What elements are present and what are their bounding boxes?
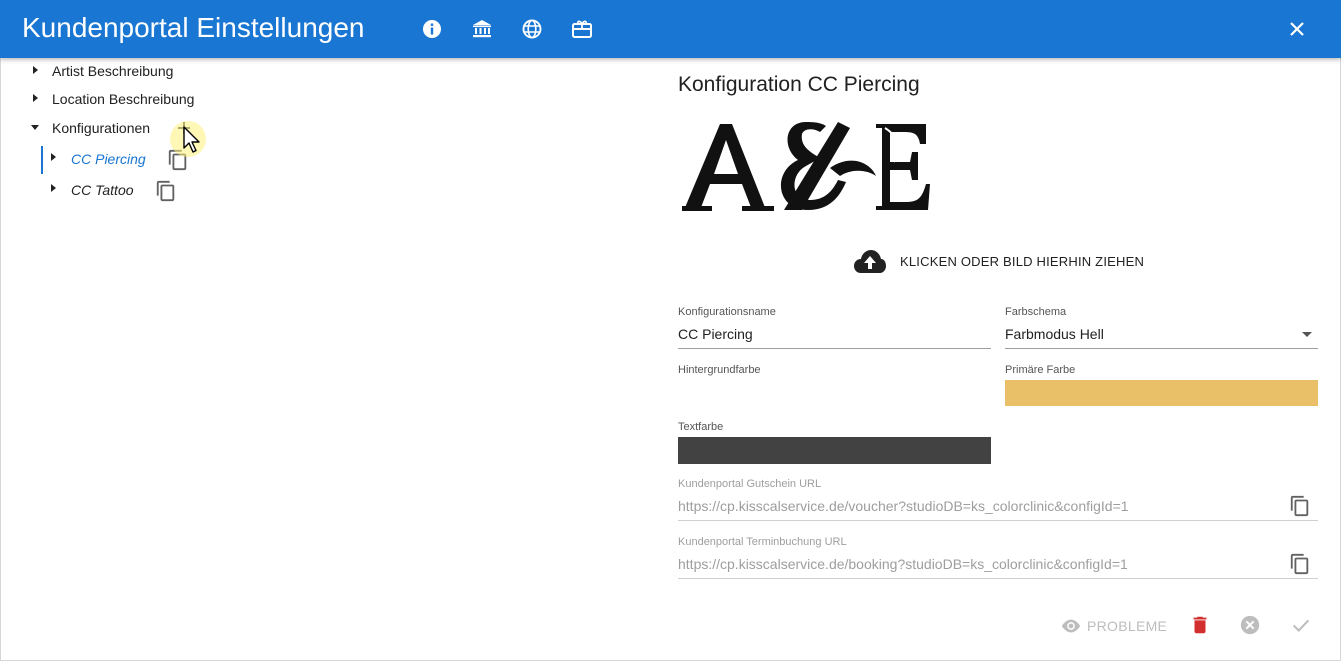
check-icon	[1292, 619, 1310, 632]
expand-caret-icon[interactable]	[51, 184, 56, 192]
text-color-label: Textfarbe	[678, 421, 724, 433]
tree-item-cc-piercing[interactable]: CC Piercing	[71, 151, 146, 167]
color-scheme-underline	[1005, 348, 1318, 349]
gift-card-icon[interactable]	[570, 17, 594, 41]
text-color-swatch[interactable]	[678, 437, 991, 464]
primary-color-label: Primäre Farbe	[1005, 364, 1076, 376]
background-color-swatch[interactable]	[678, 380, 991, 406]
trash-icon	[1193, 616, 1207, 634]
panel-title: Konfiguration CC Piercing	[678, 73, 920, 96]
dialog-frame	[0, 0, 1341, 661]
tree-item-cc-tattoo[interactable]: CC Tattoo	[71, 182, 134, 198]
booking-url-field: https://cp.kisscalservice.de/booking?stu…	[678, 556, 1128, 572]
cancel-button[interactable]	[1239, 614, 1261, 636]
collapse-caret-icon[interactable]	[31, 125, 39, 130]
problems-button-label[interactable]: PROBLEME	[1087, 618, 1167, 634]
tree-item-artist-beschreibung[interactable]: Artist Beschreibung	[52, 63, 173, 79]
info-icon[interactable]	[420, 17, 444, 41]
logo-image	[680, 118, 930, 216]
config-name-underline	[678, 348, 991, 349]
config-name-input[interactable]: CC Piercing	[678, 326, 753, 342]
close-icon[interactable]	[1285, 17, 1309, 41]
primary-color-swatch[interactable]	[1005, 380, 1318, 406]
dialog-header: Kundenportal Einstellungen	[0, 0, 1341, 58]
config-name-label: Konfigurationsname	[678, 306, 776, 318]
color-scheme-select[interactable]: Farbmodus Hell	[1005, 326, 1104, 342]
globe-icon[interactable]	[520, 17, 544, 41]
tree-item-location-beschreibung[interactable]: Location Beschreibung	[52, 91, 194, 107]
expand-caret-icon[interactable]	[33, 94, 38, 102]
voucher-url-label: Kundenportal Gutschein URL	[678, 478, 822, 490]
color-scheme-label: Farbschema	[1005, 306, 1067, 318]
selection-indicator	[41, 146, 43, 174]
problems-button[interactable]	[1060, 614, 1084, 638]
copy-booking-url-icon[interactable]	[1289, 553, 1311, 575]
expand-caret-icon[interactable]	[33, 66, 38, 74]
copy-icon[interactable]	[155, 180, 177, 202]
cancel-circle-icon	[1240, 615, 1260, 635]
voucher-url-field: https://cp.kisscalservice.de/voucher?stu…	[678, 498, 1129, 514]
dialog-title: Kundenportal Einstellungen	[22, 12, 365, 43]
cloud-upload-icon	[854, 250, 886, 273]
booking-url-label: Kundenportal Terminbuchung URL	[678, 536, 847, 548]
background-color-label: Hintergrundfarbe	[678, 364, 761, 376]
bank-icon[interactable]	[470, 17, 494, 41]
expand-caret-icon[interactable]	[51, 153, 56, 161]
save-button[interactable]	[1290, 614, 1312, 636]
upload-label: KLICKEN ODER BILD HIERHIN ZIEHEN	[900, 254, 1145, 269]
tree-item-konfigurationen[interactable]: Konfigurationen	[52, 120, 150, 136]
delete-button[interactable]	[1189, 614, 1211, 636]
eye-icon	[1061, 619, 1081, 633]
copy-voucher-url-icon[interactable]	[1289, 495, 1311, 517]
mouse-cursor-icon	[183, 126, 200, 153]
dropdown-arrow-icon[interactable]	[1302, 332, 1312, 337]
booking-url-underline	[678, 578, 1318, 579]
voucher-url-underline	[678, 520, 1318, 521]
